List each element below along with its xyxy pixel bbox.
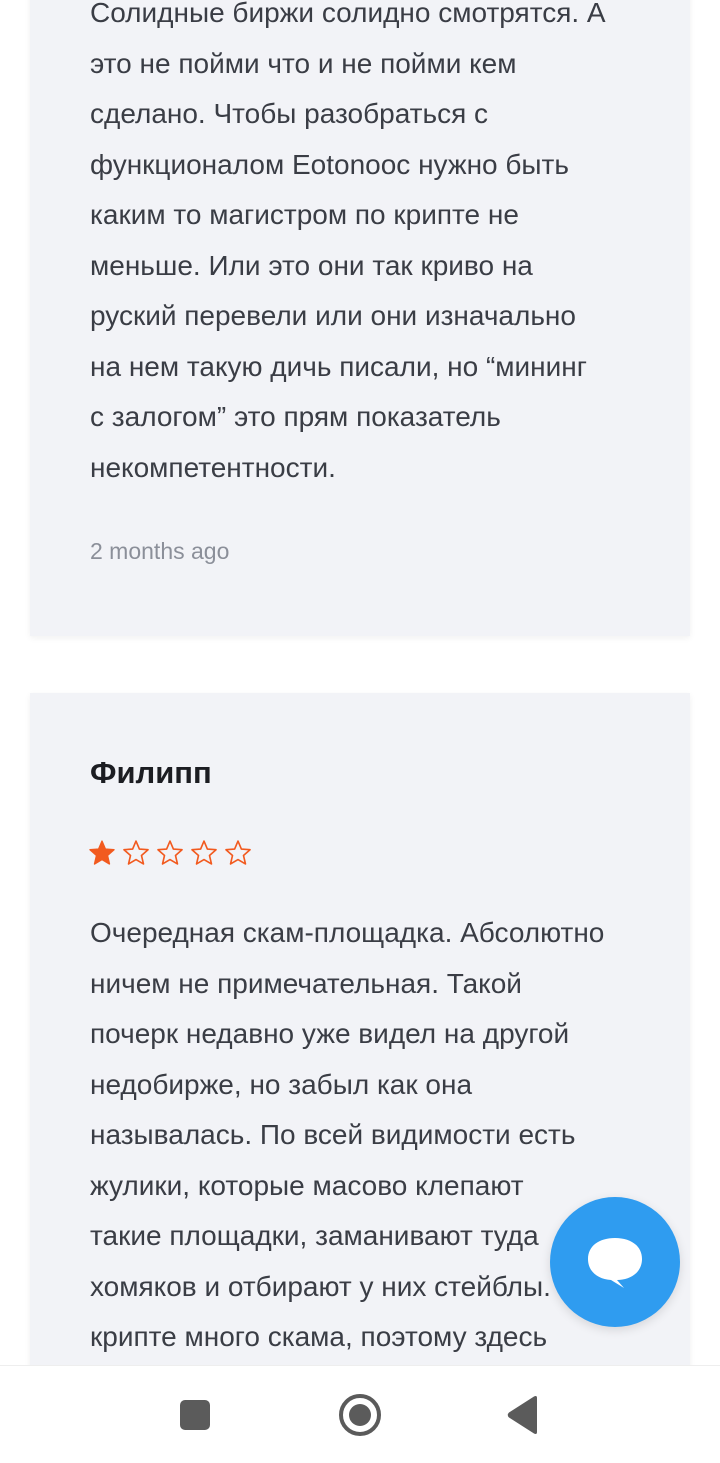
chat-button[interactable] [550,1197,680,1327]
chat-bubble-icon [588,1238,642,1288]
review-card: Солидные биржи солидно смотрятся. А это … [30,0,690,636]
star-empty-icon [225,840,251,865]
home-button[interactable] [337,1392,383,1438]
star-rating [88,839,252,867]
star-filled-icon [89,840,115,865]
square-icon [180,1400,210,1430]
star-empty-icon [157,840,183,865]
circle-icon [339,1394,381,1436]
review-feed: Солидные биржи солидно смотрятся. А это … [0,0,720,1365]
review-author: Филипп [90,755,212,790]
star-empty-icon [191,840,217,865]
system-navigation-bar [0,1365,720,1463]
recents-button[interactable] [172,1392,218,1438]
back-button[interactable] [500,1392,546,1438]
review-timestamp: 2 months ago [90,538,230,564]
star-empty-icon [123,840,149,865]
triangle-back-icon [507,1396,537,1434]
review-text: Солидные биржи солидно смотрятся. А это … [90,0,606,483]
